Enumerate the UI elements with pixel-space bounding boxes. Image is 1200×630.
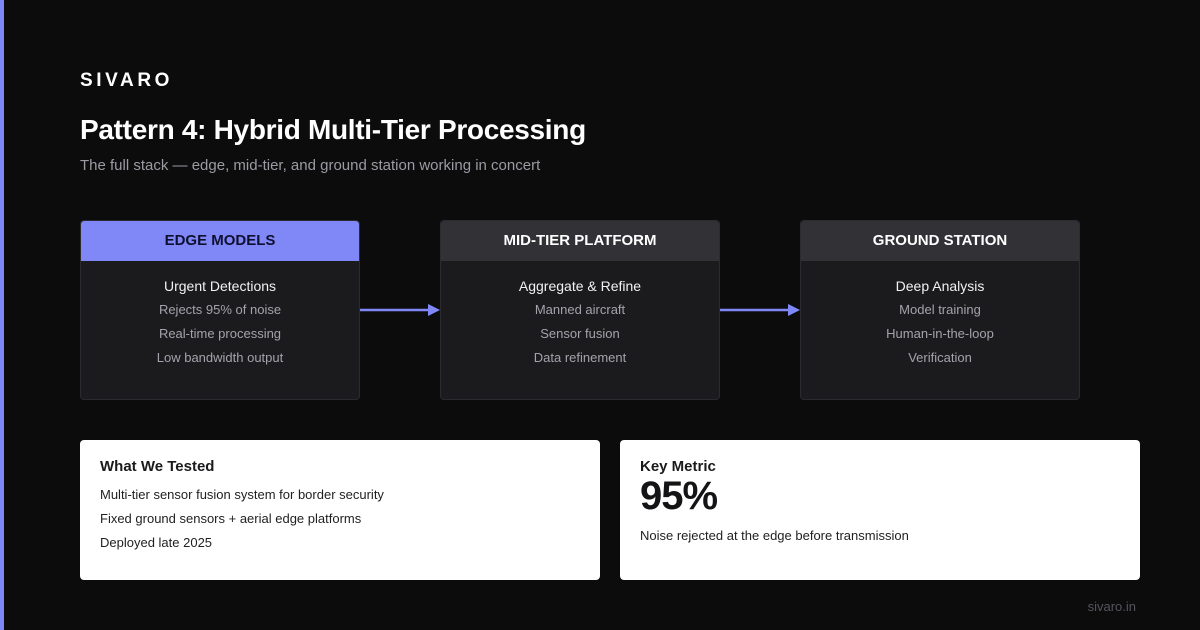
tier-item: Verification bbox=[908, 350, 972, 365]
tier-mid-tier-platform: MID-TIER PLATFORM Aggregate & Refine Man… bbox=[440, 220, 720, 400]
tested-list: Multi-tier sensor fusion system for bord… bbox=[100, 487, 384, 559]
footer-url: sivaro.in bbox=[1087, 599, 1136, 614]
brand-logo: SIVARO bbox=[80, 70, 174, 91]
tier-item: Model training bbox=[899, 302, 981, 317]
accent-bar bbox=[0, 0, 4, 630]
key-metric-card: Key Metric 95% Noise rejected at the edg… bbox=[620, 440, 1140, 580]
tier-item: Manned aircraft bbox=[534, 302, 626, 317]
tier-item: Sensor fusion bbox=[540, 326, 620, 341]
tier-body: Aggregate & Refine Manned aircraft Senso… bbox=[441, 261, 719, 366]
what-we-tested-card: What We Tested Multi-tier sensor fusion … bbox=[80, 440, 600, 580]
metric-value: 95% bbox=[640, 474, 718, 518]
tier-header: MID-TIER PLATFORM bbox=[441, 221, 719, 261]
card-title: Key Metric bbox=[640, 458, 716, 475]
tier-subtitle: Urgent Detections bbox=[163, 278, 277, 294]
metric-description: Noise rejected at the edge before transm… bbox=[640, 528, 909, 543]
tier-subtitle: Deep Analysis bbox=[895, 278, 985, 294]
card-title: What We Tested bbox=[100, 458, 215, 475]
tier-body: Deep Analysis Model training Human-in-th… bbox=[801, 261, 1079, 366]
right-arrow-icon bbox=[720, 304, 800, 316]
tier-body: Urgent Detections Rejects 95% of noise R… bbox=[81, 261, 359, 366]
tier-item: Low bandwidth output bbox=[156, 350, 284, 365]
tier-header: EDGE MODELS bbox=[81, 221, 359, 261]
tier-item: Data refinement bbox=[533, 350, 627, 365]
list-item: Deployed late 2025 bbox=[100, 535, 213, 550]
tier-item: Rejects 95% of noise bbox=[158, 302, 282, 317]
list-item: Multi-tier sensor fusion system for bord… bbox=[100, 487, 384, 502]
tier-edge-models: EDGE MODELS Urgent Detections Rejects 95… bbox=[80, 220, 360, 400]
tier-item: Human-in-the-loop bbox=[886, 326, 994, 341]
page-title: Pattern 4: Hybrid Multi-Tier Processing bbox=[80, 114, 586, 145]
tier-ground-station: GROUND STATION Deep Analysis Model train… bbox=[800, 220, 1080, 400]
tier-subtitle: Aggregate & Refine bbox=[518, 278, 642, 294]
tier-item: Real-time processing bbox=[158, 326, 282, 341]
tier-header: GROUND STATION bbox=[801, 221, 1079, 261]
list-item: Fixed ground sensors + aerial edge platf… bbox=[100, 511, 362, 526]
right-arrow-icon bbox=[360, 304, 440, 316]
page-subtitle: The full stack — edge, mid-tier, and gro… bbox=[80, 157, 541, 174]
